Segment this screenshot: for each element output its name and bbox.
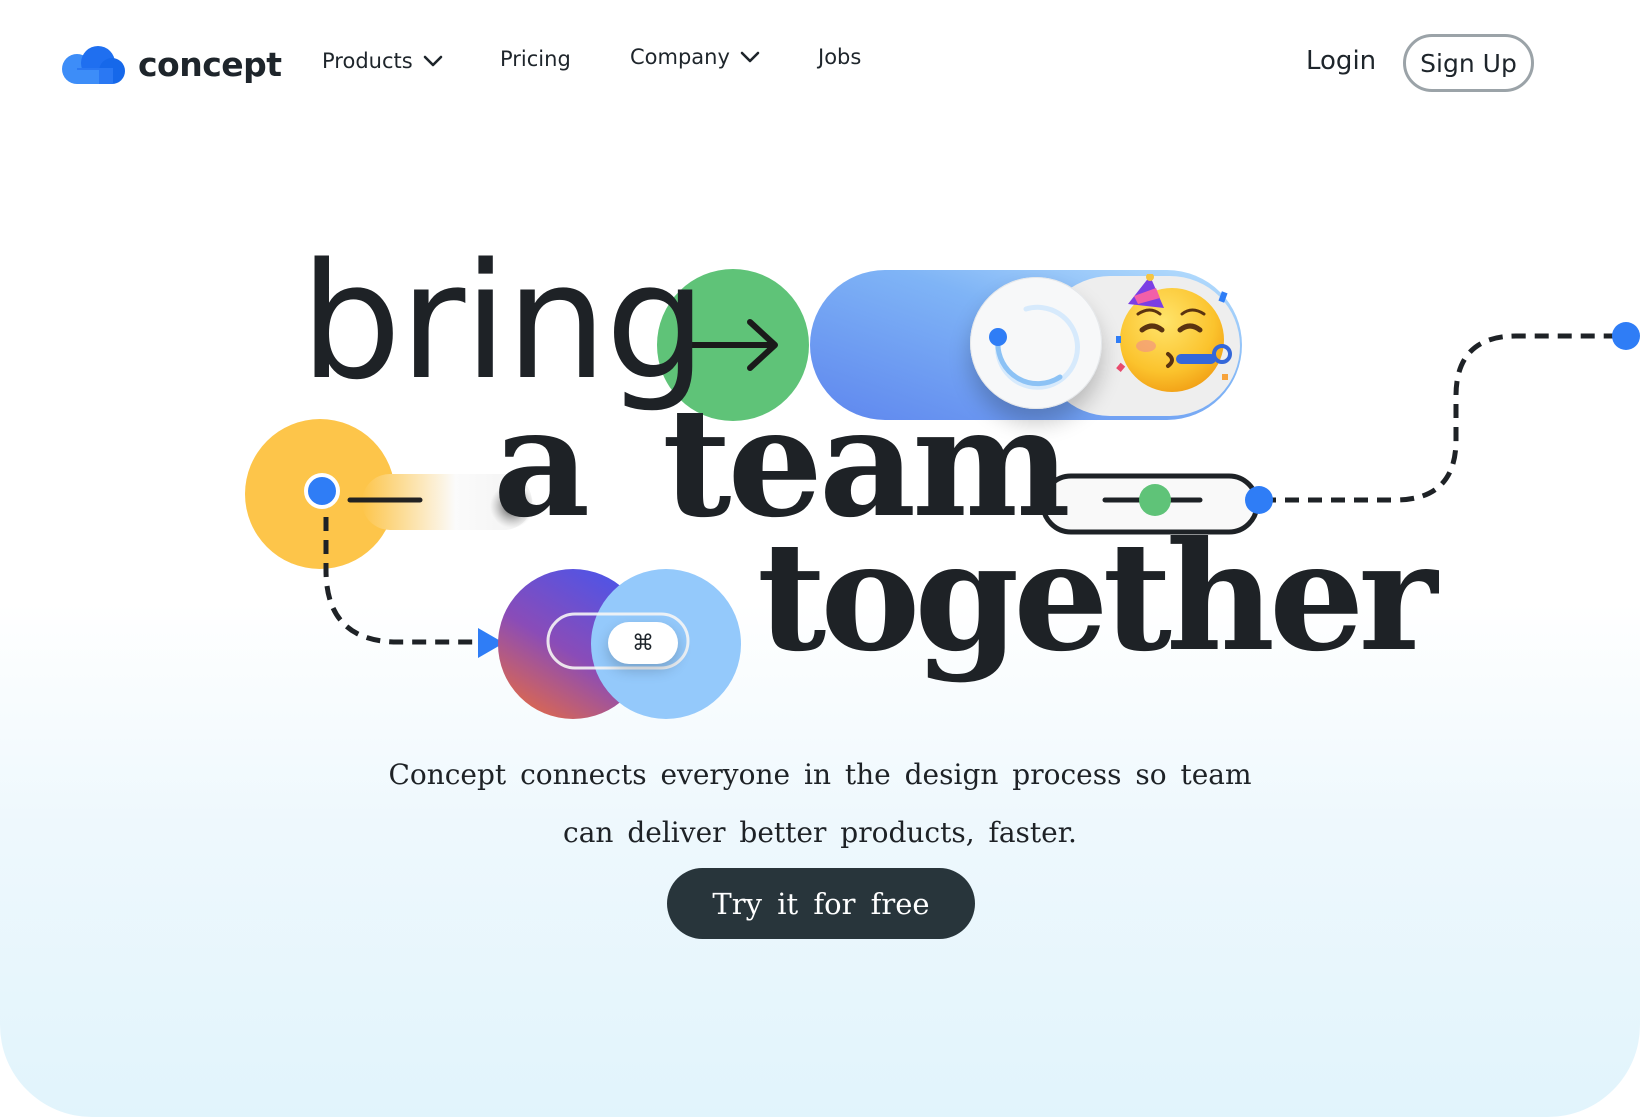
brand-name: concept [138,44,282,84]
try-free-button[interactable]: Try it for free [667,868,975,939]
partying-face-emoji [1116,274,1232,392]
chevron-down-icon [423,55,442,67]
nav-products[interactable]: Products [322,49,443,73]
nav-jobs-label: Jobs [818,45,862,69]
nav-pricing[interactable]: Pricing [500,47,571,71]
nav-pricing-label: Pricing [500,47,571,71]
tagline-line-1: Concept connects everyone in the design … [388,758,1252,791]
headline-word-a: a [493,375,590,551]
command-key-icon: ⌘ [608,622,678,664]
login-link[interactable]: Login [1306,46,1376,76]
cloud-icon [62,46,125,84]
hero-tagline: Concept connects everyone in the design … [360,746,1280,862]
nav-company[interactable]: Company [630,45,760,69]
signup-button[interactable]: Sign Up [1403,34,1534,92]
chevron-down-icon [740,51,760,63]
nav-company-label: Company [630,45,730,69]
brand-logo[interactable]: concept [60,44,282,84]
nav-jobs[interactable]: Jobs [818,45,861,69]
tagline-line-2: can deliver better products, faster. [563,816,1077,849]
headline-word-together: together [757,509,1437,685]
nav-products-label: Products [322,49,413,73]
